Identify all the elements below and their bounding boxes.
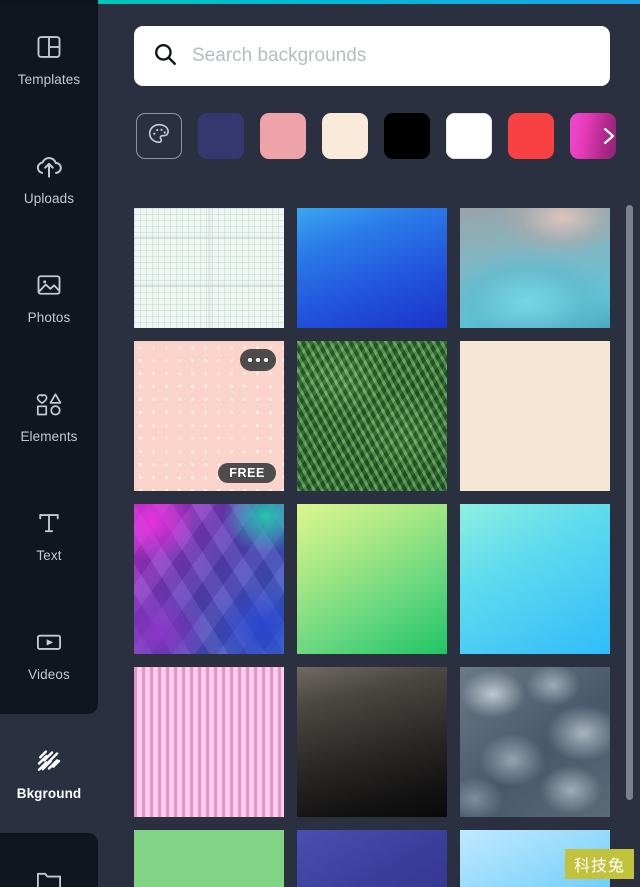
search-input[interactable] (192, 45, 592, 67)
background-thumbnail[interactable] (297, 667, 447, 817)
templates-icon (34, 32, 64, 62)
background-thumbnail[interactable] (460, 208, 610, 328)
background-thumbnail[interactable] (134, 208, 284, 328)
video-icon (34, 627, 64, 657)
background-thumbnail[interactable] (297, 208, 447, 328)
sidebar-item-uploads[interactable]: Uploads (0, 119, 98, 238)
indigo-gradient (297, 830, 447, 887)
dark-gradient (297, 667, 447, 817)
hatch-pattern-icon (34, 746, 64, 776)
sidebar-item-text[interactable]: Text (0, 476, 98, 595)
color-palette-button[interactable] (136, 113, 182, 159)
background-thumbnail[interactable]: FREE (134, 341, 284, 491)
sidebar-item-bkground[interactable]: Bkground (0, 714, 98, 833)
sidebar-item-label: Uploads (23, 191, 75, 206)
green-gradient (297, 504, 447, 654)
pink-striped-pattern (134, 667, 284, 817)
grid-paper-texture (134, 208, 284, 328)
light-green-solid (134, 830, 284, 887)
teal-blurred-texture (460, 208, 610, 328)
background-thumbnail[interactable] (460, 341, 610, 491)
cloud-upload-icon (34, 151, 64, 181)
search-box[interactable] (134, 26, 610, 86)
sidebar-item-label: Bkground (16, 786, 82, 801)
background-thumbnail[interactable] (134, 504, 284, 654)
color-swatch-red[interactable] (508, 113, 554, 159)
scrollbar-thumb[interactable] (626, 205, 633, 800)
sidebar-group: Templates Uploads Photos Elements Text Videos (0, 0, 98, 714)
top-accent-bar-mask (0, 0, 98, 4)
color-swatch-cream[interactable] (322, 113, 368, 159)
sidebar-item-videos[interactable]: Videos (0, 595, 98, 714)
shapes-icon (34, 389, 64, 419)
color-swatch-rose[interactable] (260, 113, 306, 159)
left-sidebar: Templates Uploads Photos Elements Text Videos… (0, 0, 98, 887)
sidebar-item-folders[interactable]: Folders (0, 833, 98, 887)
backgrounds-panel: FREE (98, 0, 640, 887)
background-thumbnail-grid: FREE (134, 208, 618, 887)
sidebar-item-photos[interactable]: Photos (0, 238, 98, 357)
cream-solid (460, 341, 610, 491)
color-swatch-black[interactable] (384, 113, 430, 159)
background-thumbnail[interactable] (134, 830, 284, 887)
background-thumbnail[interactable] (297, 341, 447, 491)
sidebar-item-label: Elements (20, 429, 78, 444)
low-poly-magenta-blue (134, 504, 284, 654)
color-swatch-navy[interactable] (198, 113, 244, 159)
green-fern-leaves (297, 341, 447, 491)
blue-gradient (297, 208, 447, 328)
background-thumbnail[interactable] (460, 667, 610, 817)
background-picker-app: Templates Uploads Photos Elements Text Videos… (0, 0, 640, 887)
sidebar-item-label: Photos (27, 310, 71, 325)
color-swatch-row (136, 113, 616, 159)
folder-icon (34, 865, 64, 887)
image-icon (34, 270, 64, 300)
sidebar-item-label: Videos (28, 667, 70, 682)
sidebar-item-label: Text (36, 548, 62, 563)
watermark: 科技兔 (564, 849, 634, 879)
more-options-icon[interactable] (240, 349, 276, 371)
gray-cloud-texture (460, 667, 610, 817)
palette-icon (146, 121, 172, 152)
search-bar[interactable] (134, 26, 610, 86)
background-thumbnail[interactable] (134, 667, 284, 817)
background-thumbnail[interactable] (460, 504, 610, 654)
text-icon (34, 508, 64, 538)
sidebar-item-elements[interactable]: Elements (0, 357, 98, 476)
search-icon (152, 41, 178, 72)
sidebar-item-label: Templates (17, 72, 81, 87)
background-thumbnail[interactable] (297, 504, 447, 654)
color-swatch-white[interactable] (446, 113, 492, 159)
chevron-right-icon (596, 124, 620, 148)
more-colors-button[interactable] (570, 113, 616, 159)
cyan-gradient (460, 504, 610, 654)
background-thumbnail[interactable] (297, 830, 447, 887)
sidebar-item-templates[interactable]: Templates (0, 0, 98, 119)
free-badge: FREE (218, 463, 276, 483)
sidebar-group: Folders (0, 833, 98, 887)
